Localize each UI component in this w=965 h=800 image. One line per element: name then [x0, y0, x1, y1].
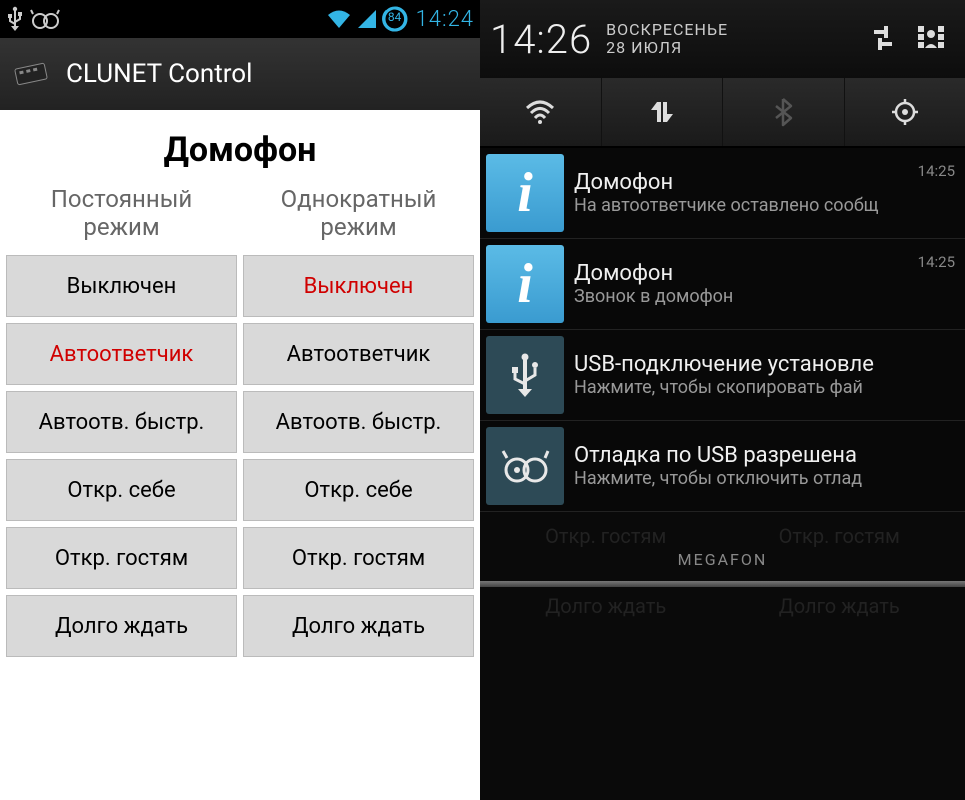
- shade-clock: 14:26: [490, 16, 592, 63]
- mode-button-left-1[interactable]: Автоответчик: [6, 323, 237, 385]
- mode-button-right-0[interactable]: Выключен: [243, 255, 474, 317]
- page-title: Домофон: [6, 130, 474, 170]
- notification-title: Отладка по USB разрешена: [574, 443, 957, 468]
- notification-time: 14:25: [918, 162, 955, 180]
- notification-0[interactable]: i ДомофонНа автоответчике оставлено сообщ…: [480, 148, 965, 239]
- phone-right: Откр. гостям Откр. гостям Долго ждать До…: [480, 0, 965, 800]
- notification-subtitle: Нажмите, чтобы отключить отлад: [574, 468, 957, 489]
- toggle-wifi[interactable]: [480, 78, 602, 146]
- mode-button-right-3[interactable]: Откр. себе: [243, 459, 474, 521]
- mode-button-right-1[interactable]: Автоответчик: [243, 323, 474, 385]
- mode-button-left-3[interactable]: Откр. себе: [6, 459, 237, 521]
- shade-day: ВОСКРЕСЕНЬЕ: [606, 21, 728, 39]
- notification-title: USB-подключение установле: [574, 352, 957, 377]
- mode-button-left-5[interactable]: Долго ждать: [6, 595, 237, 657]
- notification-subtitle: На автоответчике оставлено сообщ: [574, 195, 910, 216]
- usb-icon: [486, 336, 564, 414]
- mode-button-left-0[interactable]: Выключен: [6, 255, 237, 317]
- info-icon: i: [486, 245, 564, 323]
- app-icon: [12, 58, 56, 90]
- wifi-icon: [326, 8, 352, 30]
- mode-button-right-4[interactable]: Откр. гостям: [243, 527, 474, 589]
- statusbar: 84 14:24: [0, 0, 480, 38]
- toggle-bluetooth[interactable]: [723, 78, 845, 146]
- shade-date: ВОСКРЕСЕНЬЕ 28 ИЮЛЯ: [606, 21, 728, 56]
- notification-title: Домофон: [574, 170, 910, 195]
- notification-subtitle: Звонок в домофон: [574, 286, 910, 307]
- content: Домофон Постоянныйрежим ВыключенАвтоотве…: [0, 110, 480, 667]
- column-once: Однократныйрежим ВыключенАвтоответчикАвт…: [243, 186, 474, 657]
- usb-icon: [6, 6, 24, 32]
- notification-list: iДомофонНа автоответчике оставлено сообщ…: [480, 148, 965, 512]
- carrier-label: MEGAFON: [480, 512, 965, 581]
- mode-button-right-2[interactable]: Автоотв. быстр.: [243, 391, 474, 453]
- notification-1[interactable]: i ДомофонЗвонок в домофон 14:25: [480, 239, 965, 330]
- notification-3[interactable]: Отладка по USB разрешенаНажмите, чтобы о…: [480, 421, 965, 512]
- toggle-gps[interactable]: [845, 78, 965, 146]
- shade-handle[interactable]: [480, 581, 965, 587]
- mode-button-left-4[interactable]: Откр. гостям: [6, 527, 237, 589]
- notification-time: 14:25: [918, 253, 955, 271]
- column-header-left: Постоянныйрежим: [6, 186, 237, 241]
- cyanogen-icon: [30, 8, 60, 30]
- toggle-data[interactable]: [602, 78, 724, 146]
- battery-pct: 84: [382, 10, 408, 24]
- notification-2[interactable]: USB-подключение установлеНажмите, чтобы …: [480, 330, 965, 421]
- cyanogen-icon: [486, 427, 564, 505]
- settings-icon[interactable]: [859, 15, 907, 63]
- mode-button-left-2[interactable]: Автоотв. быстр.: [6, 391, 237, 453]
- column-header-right: Однократныйрежим: [243, 186, 474, 241]
- shade-date-text: 28 ИЮЛЯ: [606, 39, 728, 57]
- mode-button-right-5[interactable]: Долго ждать: [243, 595, 474, 657]
- battery-icon: 84: [382, 6, 408, 32]
- shade-header: 14:26 ВОСКРЕСЕНЬЕ 28 ИЮЛЯ: [480, 0, 965, 78]
- profile-icon[interactable]: [907, 15, 955, 63]
- actionbar: CLUNET Control: [0, 38, 480, 110]
- notification-subtitle: Нажмите, чтобы скопировать фай: [574, 377, 957, 398]
- quick-toggles: [480, 78, 965, 148]
- info-icon: i: [486, 154, 564, 232]
- column-constant: Постоянныйрежим ВыключенАвтоответчикАвто…: [6, 186, 237, 657]
- actionbar-title: CLUNET Control: [66, 59, 252, 89]
- phone-left: 84 14:24 CLUNET Control Домофон Постоянн…: [0, 0, 480, 800]
- notification-title: Домофон: [574, 261, 910, 286]
- signal-icon: [356, 8, 378, 30]
- statusbar-clock: 14:24: [416, 7, 474, 32]
